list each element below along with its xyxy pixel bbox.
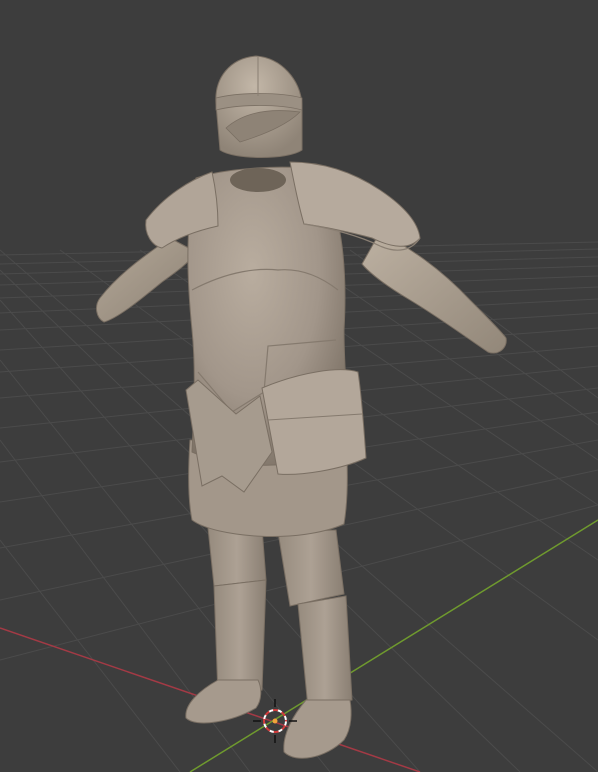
left-arm[interactable] <box>96 237 197 323</box>
right-leg[interactable] <box>277 529 353 759</box>
neck-opening <box>230 168 286 192</box>
right-arm[interactable] <box>361 231 507 354</box>
viewport-canvas[interactable] <box>0 0 598 772</box>
helmet[interactable] <box>215 55 303 158</box>
3d-viewport[interactable] <box>0 0 598 772</box>
tasset-right[interactable] <box>261 369 367 475</box>
object-origin-dot <box>272 718 278 724</box>
